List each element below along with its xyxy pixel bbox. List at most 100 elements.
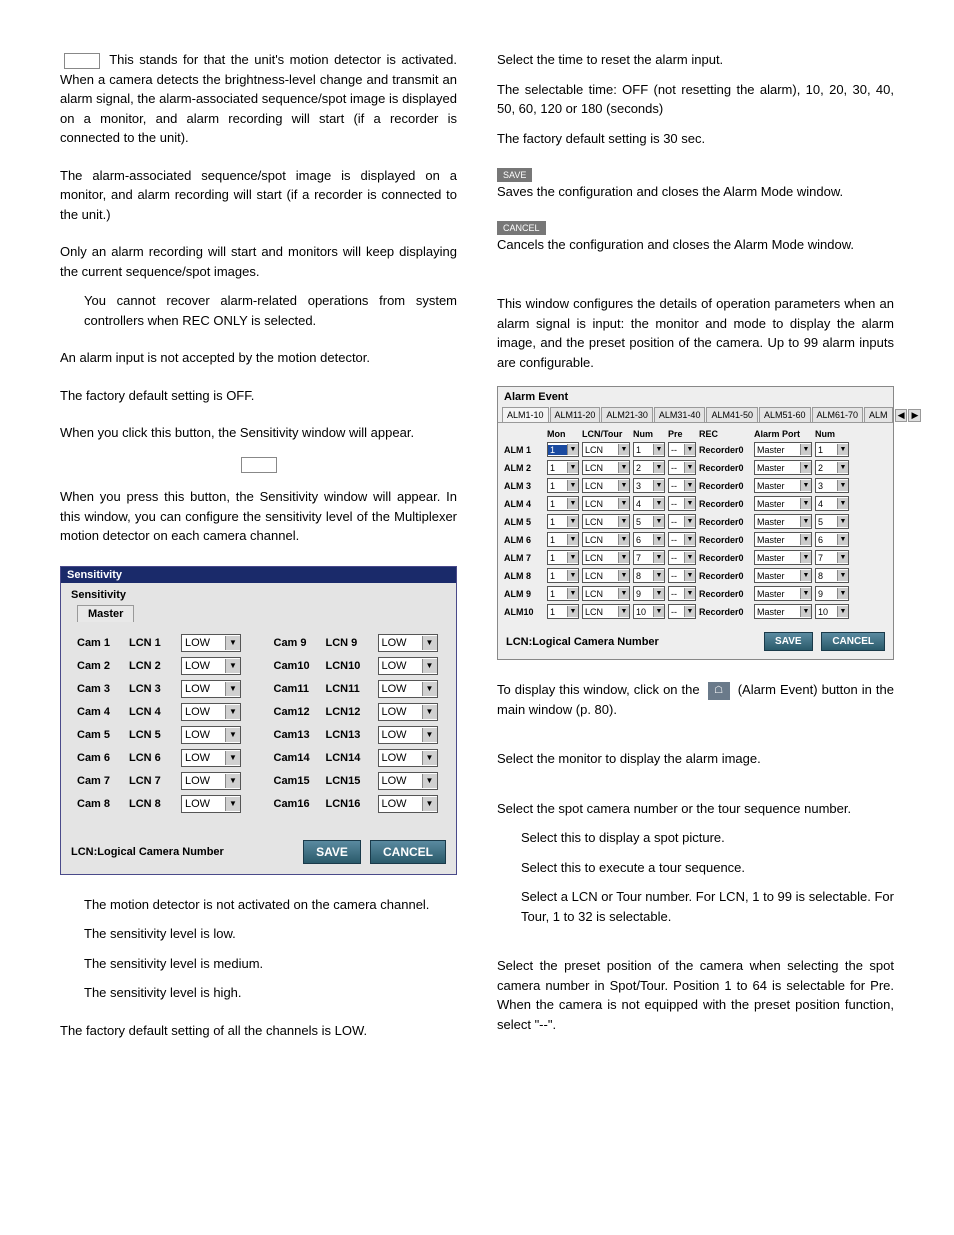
select[interactable]: LCN▼ — [582, 604, 630, 619]
select[interactable]: 1▼ — [547, 478, 579, 493]
select[interactable]: LCN▼ — [582, 442, 630, 457]
select[interactable]: 6▼ — [633, 532, 665, 547]
select[interactable]: Master▼ — [754, 586, 812, 601]
sensitivity-select[interactable]: LOW▼ — [378, 634, 438, 652]
alarm-tab[interactable]: ALM41-50 — [706, 407, 758, 422]
select[interactable]: 4▼ — [815, 496, 849, 511]
select[interactable]: 1▼ — [633, 442, 665, 457]
select[interactable]: 7▼ — [633, 550, 665, 565]
sensitivity-select[interactable]: LOW▼ — [181, 657, 241, 675]
select-value: LCN — [583, 463, 618, 473]
sensitivity-select[interactable]: LOW▼ — [181, 795, 241, 813]
select[interactable]: Master▼ — [754, 532, 812, 547]
lcn-label: LCN 3 — [129, 683, 175, 695]
text: This stands for that the unit's motion d… — [60, 52, 457, 145]
scroll-left-icon[interactable]: ◀ — [895, 409, 908, 422]
select[interactable]: 1▼ — [547, 604, 579, 619]
select[interactable]: 1▼ — [547, 568, 579, 583]
sensitivity-select[interactable]: LOW▼ — [378, 772, 438, 790]
select[interactable]: --▼ — [668, 550, 696, 565]
select[interactable]: 7▼ — [815, 550, 849, 565]
sensitivity-select[interactable]: LOW▼ — [181, 634, 241, 652]
select[interactable]: --▼ — [668, 568, 696, 583]
select[interactable]: 3▼ — [815, 478, 849, 493]
sensitivity-select[interactable]: LOW▼ — [378, 726, 438, 744]
select[interactable]: Master▼ — [754, 568, 812, 583]
select[interactable]: 5▼ — [815, 514, 849, 529]
select[interactable]: Master▼ — [754, 550, 812, 565]
sensitivity-select[interactable]: LOW▼ — [378, 795, 438, 813]
alarm-tab[interactable]: ALM11-20 — [550, 407, 601, 422]
select[interactable]: LCN▼ — [582, 568, 630, 583]
select[interactable]: 10▼ — [633, 604, 665, 619]
select[interactable]: 1▼ — [547, 514, 579, 529]
alarm-event-icon[interactable]: ☖ — [708, 682, 730, 700]
select[interactable]: --▼ — [668, 604, 696, 619]
select[interactable]: 1▼ — [547, 550, 579, 565]
scroll-right-icon[interactable]: ▶ — [908, 409, 921, 422]
sensitivity-select[interactable]: LOW▼ — [181, 772, 241, 790]
alarm-tab[interactable]: ALM61-70 — [812, 407, 864, 422]
cancel-button[interactable]: CANCEL — [370, 840, 446, 864]
select[interactable]: LCN▼ — [582, 550, 630, 565]
select[interactable]: Master▼ — [754, 478, 812, 493]
select[interactable]: LCN▼ — [582, 532, 630, 547]
select[interactable]: 1▼ — [547, 460, 579, 475]
save-chip[interactable]: SAVE — [497, 168, 532, 182]
select[interactable]: Master▼ — [754, 460, 812, 475]
select[interactable]: 1▼ — [547, 586, 579, 601]
select[interactable]: 1▼ — [547, 442, 579, 457]
sensitivity-select[interactable]: LOW▼ — [378, 703, 438, 721]
select[interactable]: LCN▼ — [582, 586, 630, 601]
select[interactable]: 9▼ — [815, 586, 849, 601]
alarm-tab[interactable]: ALM1-10 — [502, 407, 549, 422]
select[interactable]: 6▼ — [815, 532, 849, 547]
select[interactable]: 1▼ — [547, 496, 579, 511]
select[interactable]: 9▼ — [633, 586, 665, 601]
sensitivity-select[interactable]: LOW▼ — [378, 680, 438, 698]
save-chip-row: SAVE — [497, 166, 894, 182]
select[interactable]: Master▼ — [754, 604, 812, 619]
sensitivity-select[interactable]: LOW▼ — [181, 703, 241, 721]
select[interactable]: LCN▼ — [582, 478, 630, 493]
select[interactable]: Master▼ — [754, 496, 812, 511]
save-button[interactable]: SAVE — [303, 840, 361, 864]
select[interactable]: 2▼ — [815, 460, 849, 475]
select[interactable]: Master▼ — [754, 514, 812, 529]
select[interactable]: 2▼ — [633, 460, 665, 475]
alarm-tab[interactable]: ALM21-30 — [601, 407, 653, 422]
sensitivity-select[interactable]: LOW▼ — [181, 749, 241, 767]
sensitivity-select[interactable]: LOW▼ — [378, 749, 438, 767]
lcn-label: LCN 9 — [326, 637, 372, 649]
select[interactable]: 8▼ — [633, 568, 665, 583]
select[interactable]: --▼ — [668, 496, 696, 511]
cancel-chip[interactable]: CANCEL — [497, 221, 546, 235]
select[interactable]: --▼ — [668, 532, 696, 547]
alarm-tab[interactable]: ALM31-40 — [654, 407, 706, 422]
select[interactable]: LCN▼ — [582, 496, 630, 511]
sensitivity-select[interactable]: LOW▼ — [378, 657, 438, 675]
sensitivity-select[interactable]: LOW▼ — [181, 726, 241, 744]
select[interactable]: 8▼ — [815, 568, 849, 583]
select[interactable]: Master▼ — [754, 442, 812, 457]
select[interactable]: --▼ — [668, 514, 696, 529]
select[interactable]: LCN▼ — [582, 460, 630, 475]
select[interactable]: 10▼ — [815, 604, 849, 619]
alarm-tab[interactable]: ALM51-60 — [759, 407, 811, 422]
select[interactable]: 3▼ — [633, 478, 665, 493]
select[interactable]: 1▼ — [547, 532, 579, 547]
alarm-tab[interactable]: ALM — [864, 407, 893, 422]
select[interactable]: 5▼ — [633, 514, 665, 529]
select[interactable]: --▼ — [668, 586, 696, 601]
select[interactable]: --▼ — [668, 478, 696, 493]
save-button[interactable]: SAVE — [764, 632, 813, 651]
select[interactable]: --▼ — [668, 460, 696, 475]
cancel-button[interactable]: CANCEL — [821, 632, 885, 651]
sensitivity-select[interactable]: LOW▼ — [181, 680, 241, 698]
cam-label: Cam10 — [274, 660, 320, 672]
tab-master[interactable]: Master — [77, 605, 134, 622]
select[interactable]: 1▼ — [815, 442, 849, 457]
select[interactable]: --▼ — [668, 442, 696, 457]
select[interactable]: LCN▼ — [582, 514, 630, 529]
select[interactable]: 4▼ — [633, 496, 665, 511]
